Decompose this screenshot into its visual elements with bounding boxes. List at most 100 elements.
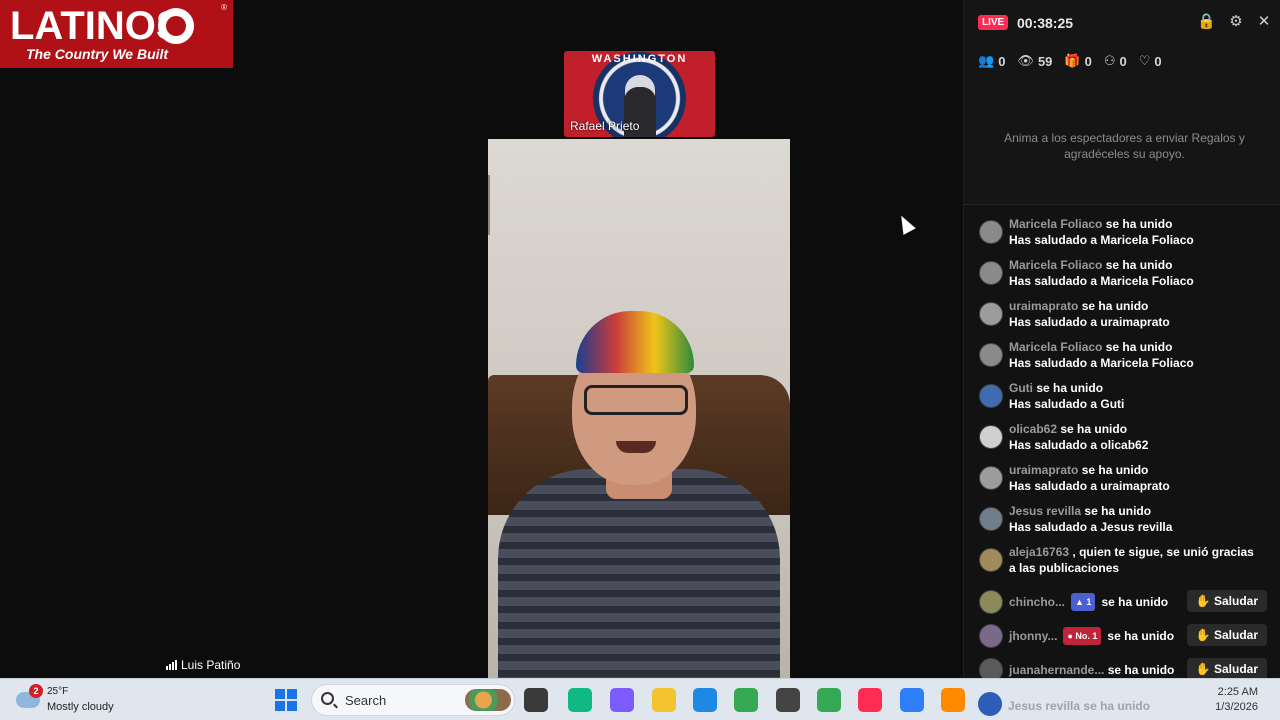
chat-user[interactable]: Maricela Foliaco xyxy=(1009,258,1102,272)
avatar[interactable] xyxy=(979,220,1003,244)
avatar[interactable] xyxy=(979,384,1003,408)
temperature: 25°F xyxy=(47,686,69,697)
host-shirt xyxy=(498,469,780,678)
avatar[interactable] xyxy=(979,590,1003,614)
avatar[interactable] xyxy=(979,261,1003,285)
latinos-logo: LATINOS ® The Country We Built xyxy=(0,0,233,68)
chat-action: se ha unido xyxy=(1036,381,1104,395)
copilot-icon[interactable] xyxy=(610,688,634,712)
chat-message: aleja16763 , quien te sigue, se unió gra… xyxy=(964,544,1280,585)
stat-eye[interactable]: 👁 59 xyxy=(1017,53,1052,69)
chrome-dark-icon[interactable] xyxy=(776,688,800,712)
eye-icon: 👁 xyxy=(1017,53,1034,68)
saludar-button[interactable]: ✋ Saludar xyxy=(1186,658,1267,680)
chat-user[interactable]: Maricela Foliaco xyxy=(1009,217,1102,231)
stat-value: 0 xyxy=(1084,53,1092,69)
chat-feed: Maricela Foliaco se ha unido Has saludado… xyxy=(964,216,1280,687)
chat-join-row: jhonny... ● No. 1 se ha unido ✋ Saludar xyxy=(964,619,1280,653)
tiktok-icon[interactable] xyxy=(858,688,882,712)
chat-user[interactable]: aleja16763 xyxy=(1009,545,1069,559)
chat-message: Maricela Foliaco se ha unido Has saludado… xyxy=(964,339,1280,380)
search-highlight-icon xyxy=(465,689,511,711)
chat-user[interactable]: uraimaprato xyxy=(1009,463,1078,477)
chat-action: se ha unido xyxy=(1105,340,1173,354)
chat-action: se ha unido xyxy=(1081,299,1149,313)
notepad-icon[interactable] xyxy=(900,688,924,712)
gift-hint: Anima a los espectadores a enviar Regalo… xyxy=(1004,131,1245,161)
chat-line: Guti se ha unido xyxy=(1009,380,1280,396)
host-name: Luis Patiño xyxy=(181,658,241,672)
avatar[interactable] xyxy=(979,466,1003,490)
search-icon xyxy=(321,692,334,705)
search-placeholder: Search xyxy=(345,693,387,708)
chat-action: se ha unido xyxy=(1060,422,1128,436)
avatar[interactable] xyxy=(979,624,1003,648)
chat-action: se ha unido xyxy=(1107,629,1175,643)
saludar-button[interactable]: ✋ Saludar xyxy=(1186,590,1267,612)
weather-widget[interactable]: 2 25°F Mostly cloudy xyxy=(16,684,126,716)
firefox-icon[interactable] xyxy=(941,688,965,712)
host-video[interactable] xyxy=(488,139,790,678)
avatar[interactable] xyxy=(979,343,1003,367)
close-icon[interactable]: ✕ xyxy=(1256,14,1272,30)
weather-condition: Mostly cloudy xyxy=(47,701,114,713)
chat-user[interactable]: Jesus revilla xyxy=(1009,504,1081,518)
chat-detail: Has saludado a Jesus revilla xyxy=(1009,520,1173,534)
stat-heart[interactable]: ♡ 0 xyxy=(1139,53,1162,69)
chrome-icon[interactable] xyxy=(734,688,758,712)
registered-mark: ® xyxy=(221,3,227,12)
chat-user[interactable]: Maricela Foliaco xyxy=(1009,340,1102,354)
chat-message: Maricela Foliaco se ha unido Has saludado… xyxy=(964,216,1280,257)
chat-action: se ha unido xyxy=(1101,595,1169,609)
live-panel: LIVE 00:38:25 🔒 ⚙ ✕ 👥 0 👁 59 🎁 0 ⚇ 0 ♡ 0 Anima a … xyxy=(963,0,1280,690)
avatar[interactable] xyxy=(979,507,1003,531)
logo-tagline: The Country We Built xyxy=(26,46,169,62)
chat-user: Jesus revilla xyxy=(1008,699,1081,713)
wave-icon: ✋ xyxy=(1195,662,1214,676)
guest-video-tile[interactable]: WASHINGTON Rafael Prieto xyxy=(564,51,715,137)
chat-line: uraimaprato se ha unido xyxy=(1009,298,1280,314)
chrome-2-icon[interactable] xyxy=(817,688,841,712)
chat-user[interactable]: Guti xyxy=(1009,381,1033,395)
faded-chat-text: Jesus revilla se ha unido xyxy=(1008,699,1150,713)
copilot-app-icon[interactable] xyxy=(568,688,592,712)
host-label: Luis Patiño xyxy=(166,658,240,672)
stat-value: 0 xyxy=(1119,53,1127,69)
chat-user[interactable]: chincho... xyxy=(1009,595,1065,609)
live-stats: 👥 0 👁 59 🎁 0 ⚇ 0 ♡ 0 xyxy=(978,53,1162,69)
chat-user[interactable]: uraimaprato xyxy=(1009,299,1078,313)
chat-user[interactable]: jhonny... xyxy=(1009,629,1057,643)
chat-user[interactable]: olicab62 xyxy=(1009,422,1057,436)
chat-line: Maricela Foliaco se ha unido xyxy=(1009,339,1280,355)
chat-detail: Has saludado a Maricela Foliaco xyxy=(1009,274,1194,288)
mouse-cursor-icon xyxy=(895,212,916,235)
rank-badge: ● No. 1 xyxy=(1063,627,1102,645)
avatar[interactable] xyxy=(979,425,1003,449)
stat-value: 0 xyxy=(1154,53,1162,69)
edge-icon[interactable] xyxy=(693,688,717,712)
live-stage: LATINOS ® The Country We Built WASHINGTO… xyxy=(0,0,963,678)
notification-badge: 2 xyxy=(29,684,43,698)
chat-detail: Has saludado a uraimaprato xyxy=(1009,479,1170,493)
avatar[interactable] xyxy=(979,548,1003,572)
saludar-button[interactable]: ✋ Saludar xyxy=(1186,624,1267,646)
file-explorer-icon[interactable] xyxy=(652,688,676,712)
wave-icon: ✋ xyxy=(1195,594,1214,608)
share-icon: ⚇ xyxy=(1103,53,1116,68)
globe-icon xyxy=(158,8,194,44)
chat-user[interactable]: juanahernande... xyxy=(1009,663,1104,677)
taskbar-search[interactable]: Search xyxy=(311,684,515,716)
windows-start-icon[interactable] xyxy=(275,689,297,711)
host-glasses xyxy=(584,385,688,415)
task-view-icon[interactable] xyxy=(524,688,548,712)
gift-icon: 🎁 xyxy=(1064,53,1081,68)
chat-action: se ha unido xyxy=(1105,217,1173,231)
gear-icon[interactable]: ⚙ xyxy=(1228,14,1244,30)
stat-people[interactable]: 👥 0 xyxy=(978,53,1005,69)
host-cap xyxy=(576,311,694,373)
stat-gift[interactable]: 🎁 0 xyxy=(1064,53,1091,69)
lock-icon[interactable]: 🔒 xyxy=(1197,14,1216,30)
avatar[interactable] xyxy=(979,302,1003,326)
stat-share[interactable]: ⚇ 0 xyxy=(1104,53,1127,69)
guest-banner-text: WASHINGTON xyxy=(591,53,688,65)
